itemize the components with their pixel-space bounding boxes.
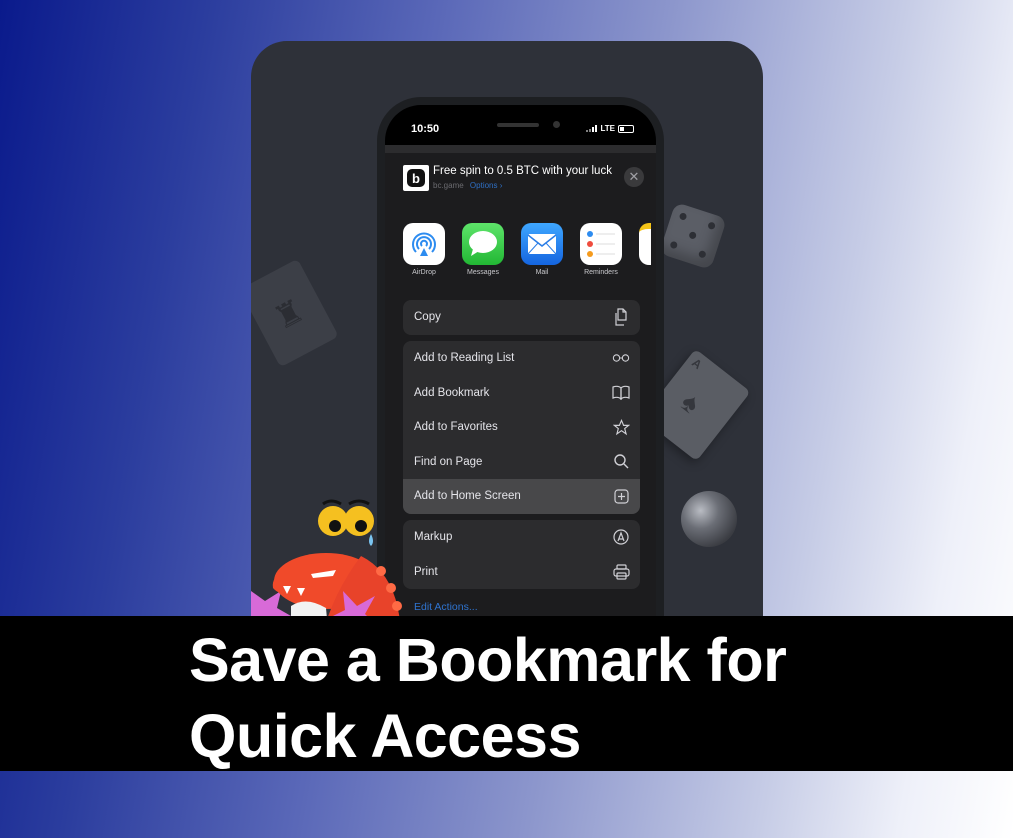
action-copy[interactable]: Copy: [403, 300, 640, 335]
share-apps-row: AirDrop Messages Mail Reminders: [403, 223, 656, 287]
action-label: Copy: [414, 311, 441, 324]
action-add-to-home-screen[interactable]: Add to Home Screen: [403, 479, 640, 514]
dice-decoration: [658, 201, 728, 271]
site-title: Free spin to 0.5 BTC with your luck: [433, 165, 612, 177]
status-indicators: LTE: [586, 124, 634, 133]
share-app-label: Mail: [535, 269, 549, 276]
site-icon: b: [403, 165, 429, 191]
action-label: Markup: [414, 531, 453, 544]
share-app-reminders[interactable]: Reminders: [580, 223, 622, 287]
share-sheet-header: b Free spin to 0.5 BTC with your luck bc…: [403, 157, 644, 197]
status-bar: 10:50 LTE: [385, 105, 656, 145]
action-add-to-reading-list[interactable]: Add to Reading List: [403, 341, 640, 376]
plus-square-icon: [612, 487, 630, 505]
signal-icon: [586, 125, 598, 132]
share-app-messages[interactable]: Messages: [462, 223, 504, 287]
options-link[interactable]: Options ›: [470, 181, 502, 190]
hero-card: ♜ A ♠ 10:50 LTE b Free spin to 0.5 BTC wi…: [251, 41, 763, 641]
sheet-handle-area: [385, 145, 656, 153]
glasses-icon: [612, 349, 630, 367]
headline: Save a Bookmark for Quick Access: [189, 622, 787, 774]
close-icon: ✕: [628, 169, 640, 184]
action-label: Add to Favorites: [414, 421, 498, 434]
headline-line-1: Save a Bookmark for: [189, 626, 787, 694]
share-app-label: Messages: [467, 269, 499, 276]
action-label: Add to Home Screen: [414, 490, 521, 503]
site-subtitle: bc.game Options ›: [433, 181, 502, 190]
action-add-to-favorites[interactable]: Add to Favorites: [403, 410, 640, 445]
book-icon: [612, 384, 630, 402]
network-label: LTE: [600, 124, 615, 133]
site-icon-letter: b: [407, 169, 425, 187]
headline-banner: Save a Bookmark for Quick Access: [0, 616, 1013, 771]
notch-camera: [553, 121, 560, 128]
action-group-browser: Add to Reading List Add Bookmark Add to …: [403, 341, 640, 514]
action-label: Add to Reading List: [414, 352, 515, 365]
search-icon: [612, 453, 630, 471]
action-label: Print: [414, 565, 438, 578]
headline-line-2: Quick Access: [189, 702, 581, 770]
airdrop-icon: [403, 223, 445, 265]
mail-icon: [521, 223, 563, 265]
action-label: Find on Page: [414, 455, 483, 468]
action-find-on-page[interactable]: Find on Page: [403, 445, 640, 480]
share-app-mail[interactable]: Mail: [521, 223, 563, 287]
edit-actions-link[interactable]: Edit Actions...: [414, 601, 478, 613]
action-print[interactable]: Print: [403, 555, 640, 590]
chevron-right-icon: ›: [499, 181, 503, 190]
phone-screen: 10:50 LTE b Free spin to 0.5 BTC with yo…: [385, 105, 656, 641]
ball-decoration: [681, 491, 737, 547]
sweat-drop: [369, 534, 373, 546]
notes-icon: [639, 223, 651, 265]
options-label: Options: [469, 181, 498, 190]
share-app-label: AirDrop: [412, 269, 436, 276]
battery-icon: [618, 124, 634, 133]
rook-card-decoration: ♜: [251, 258, 339, 368]
share-app-airdrop[interactable]: AirDrop: [403, 223, 445, 287]
printer-icon: [612, 563, 630, 581]
markup-icon: [612, 528, 630, 546]
copy-icon: [612, 308, 630, 326]
star-icon: [612, 418, 630, 436]
phone-mockup: 10:50 LTE b Free spin to 0.5 BTC with yo…: [377, 97, 664, 641]
reminders-icon: [580, 223, 622, 265]
action-label: Add Bookmark: [414, 386, 490, 399]
close-button[interactable]: ✕: [624, 167, 644, 187]
action-group-copy: Copy: [403, 300, 640, 335]
messages-icon: [462, 223, 504, 265]
action-add-bookmark[interactable]: Add Bookmark: [403, 376, 640, 411]
share-app-label: Reminders: [584, 269, 618, 276]
action-group-tools: Markup Print: [403, 520, 640, 589]
share-app-notes[interactable]: [639, 223, 651, 287]
site-domain: bc.game: [433, 181, 464, 190]
action-markup[interactable]: Markup: [403, 520, 640, 555]
notch-speaker: [497, 123, 539, 127]
status-time: 10:50: [411, 123, 440, 135]
